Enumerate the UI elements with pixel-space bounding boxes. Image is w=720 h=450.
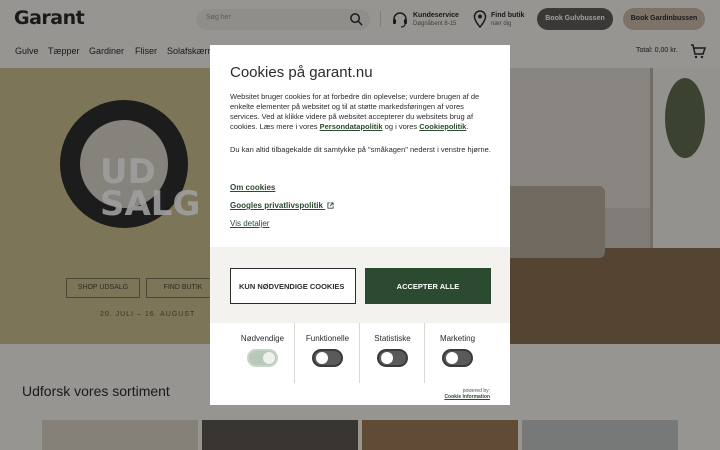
cookie-button-area: KUN NØDVENDIGE COOKIES ACCEPTER ALLE bbox=[210, 247, 510, 323]
cookie-consent-dialog: Cookies på garant.nu Websitet bruger coo… bbox=[210, 45, 510, 405]
privacy-policy-link[interactable]: Persondatapolitik bbox=[320, 122, 383, 131]
functional-toggle[interactable] bbox=[312, 349, 343, 367]
accept-all-button[interactable]: ACCEPTER ALLE bbox=[365, 268, 491, 304]
cookie-policy-link[interactable]: Cookiepolitik bbox=[419, 122, 466, 131]
google-privacy-link[interactable]: Googles privatlivspolitik bbox=[230, 201, 334, 210]
category-necessary: Nødvendige bbox=[230, 323, 295, 383]
cookie-dialog-title: Cookies på garant.nu bbox=[230, 64, 373, 81]
consent-revoke-note: Du kan altid tilbagekalde dit samtykke p… bbox=[230, 145, 491, 154]
marketing-toggle[interactable] bbox=[442, 349, 473, 367]
statistics-toggle[interactable] bbox=[377, 349, 408, 367]
about-cookies-link[interactable]: Om cookies bbox=[230, 183, 275, 192]
category-marketing: Marketing bbox=[425, 323, 490, 383]
necessary-toggle[interactable] bbox=[247, 349, 278, 367]
cookie-information-link[interactable]: Cookie Information bbox=[444, 394, 490, 400]
powered-by: powered by: Cookie Information bbox=[444, 388, 490, 400]
necessary-only-button[interactable]: KUN NØDVENDIGE COOKIES bbox=[230, 268, 356, 304]
show-details-link[interactable]: Vis detaljer bbox=[230, 219, 269, 228]
category-statistics: Statistiske bbox=[360, 323, 425, 383]
category-functional: Funktionelle bbox=[295, 323, 360, 383]
external-link-icon bbox=[327, 202, 334, 209]
cookie-description: Websitet bruger cookies for at forbedre … bbox=[230, 92, 480, 131]
